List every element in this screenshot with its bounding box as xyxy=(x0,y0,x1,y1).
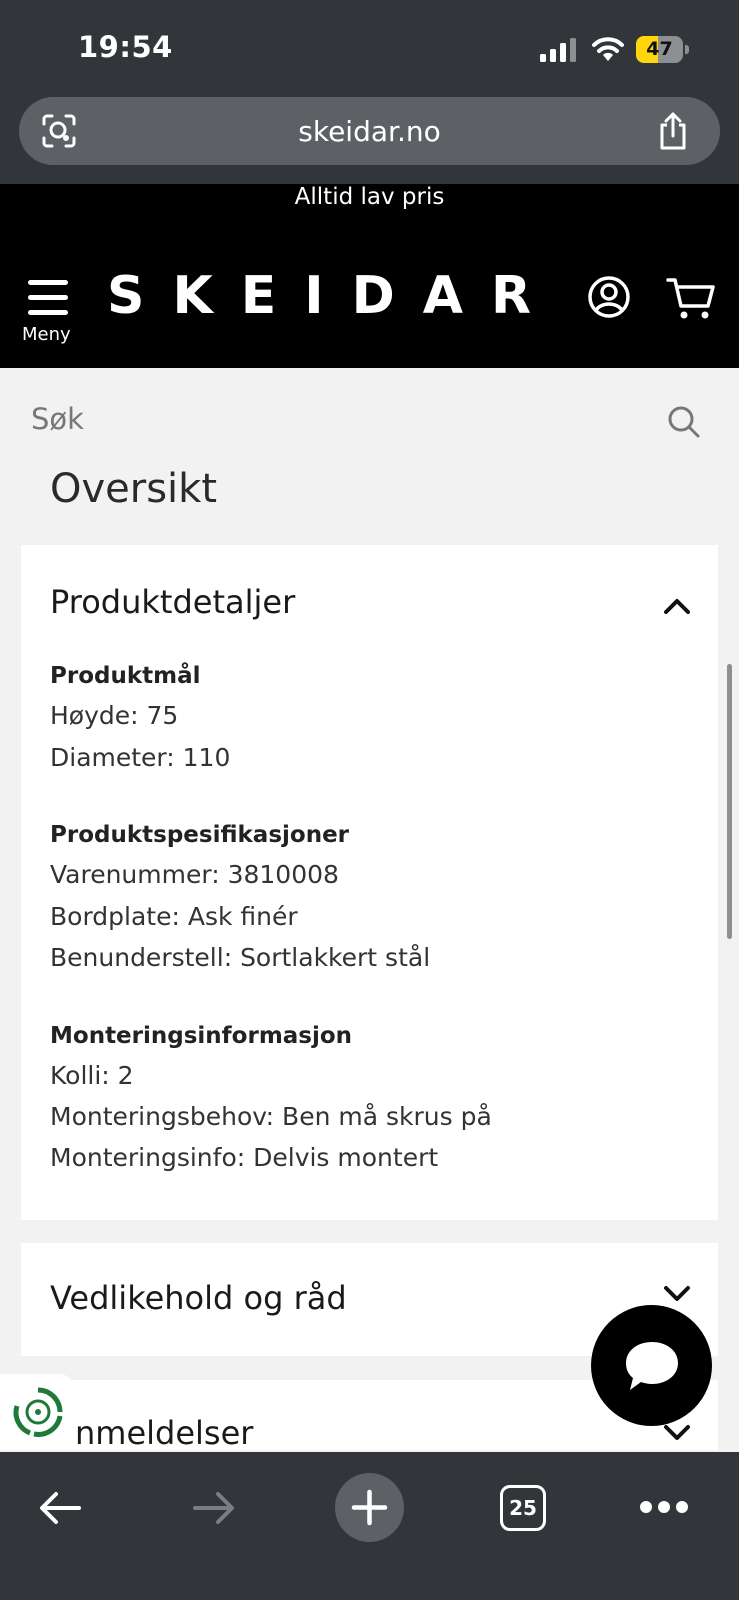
browser-bottom-bar: 25 xyxy=(0,1452,739,1600)
scrollbar[interactable] xyxy=(727,664,732,939)
chevron-down-icon[interactable] xyxy=(663,1424,691,1442)
status-time: 19:54 xyxy=(78,30,173,64)
plus-icon xyxy=(351,1489,388,1526)
care-title[interactable]: Vedlikehold og råd xyxy=(50,1279,347,1317)
spec-row: Monteringsbehov: Ben må skrus på xyxy=(50,1102,492,1131)
promo-banner[interactable]: Alltid lav pris xyxy=(0,184,739,210)
cellular-signal-icon xyxy=(540,38,576,62)
recycle-icon xyxy=(13,1387,63,1437)
cart-icon[interactable] xyxy=(666,276,716,320)
new-tab-button[interactable] xyxy=(335,1473,404,1542)
chevron-down-icon[interactable] xyxy=(663,1285,691,1303)
share-icon[interactable] xyxy=(656,111,690,151)
section-heading: Produktspesifikasjoner xyxy=(50,822,350,848)
spec-row: Høyde: 75 xyxy=(50,701,179,730)
spec-row: Diameter: 110 xyxy=(50,743,231,772)
battery-icon: 47 xyxy=(636,36,689,63)
spec-row: Varenummer: 3810008 xyxy=(50,860,339,889)
url-text[interactable]: skeidar.no xyxy=(19,115,720,148)
reviews-title[interactable]: nmeldelser xyxy=(75,1414,253,1452)
spec-row: Kolli: 2 xyxy=(50,1061,134,1090)
tab-switcher-button[interactable]: 25 xyxy=(500,1485,546,1531)
chat-button[interactable] xyxy=(591,1305,712,1426)
spec-row: Benunderstell: Sortlakkert stål xyxy=(50,943,431,972)
spec-row: Monteringsinfo: Delvis montert xyxy=(50,1143,439,1172)
search-bar[interactable]: Søk xyxy=(0,368,739,472)
section-heading: Monteringsinformasjon xyxy=(50,1023,353,1049)
address-bar[interactable]: skeidar.no xyxy=(19,97,720,165)
spec-row: Bordplate: Ask finér xyxy=(50,902,298,931)
sustainability-badge[interactable] xyxy=(0,1374,72,1450)
product-details-panel: Produktdetaljer Produktmål Høyde: 75 Dia… xyxy=(21,545,718,1220)
product-details-title[interactable]: Produktdetaljer xyxy=(50,583,295,621)
battery-level: 47 xyxy=(646,38,673,60)
more-options-icon[interactable] xyxy=(640,1501,688,1515)
menu-label: Meny xyxy=(22,324,71,345)
chevron-up-icon[interactable] xyxy=(663,597,691,615)
wifi-icon xyxy=(592,37,624,61)
search-icon[interactable] xyxy=(667,405,701,439)
page-title: Oversikt xyxy=(50,466,218,512)
hamburger-icon xyxy=(28,280,68,316)
back-arrow-icon[interactable] xyxy=(38,1490,82,1526)
skeidar-logo[interactable]: SKEIDAR xyxy=(107,266,559,326)
search-input[interactable]: Søk xyxy=(31,402,84,436)
chat-bubble-icon xyxy=(626,1342,678,1390)
menu-button[interactable]: Meny xyxy=(22,280,76,345)
forward-arrow-icon[interactable] xyxy=(192,1490,236,1526)
site-header: Alltid lav pris Meny SKEIDAR xyxy=(0,184,739,368)
status-bar: 19:54 47 xyxy=(0,0,739,92)
section-heading: Produktmål xyxy=(50,663,201,689)
browser-toolbar: skeidar.no xyxy=(0,92,739,184)
account-icon[interactable] xyxy=(587,275,631,319)
